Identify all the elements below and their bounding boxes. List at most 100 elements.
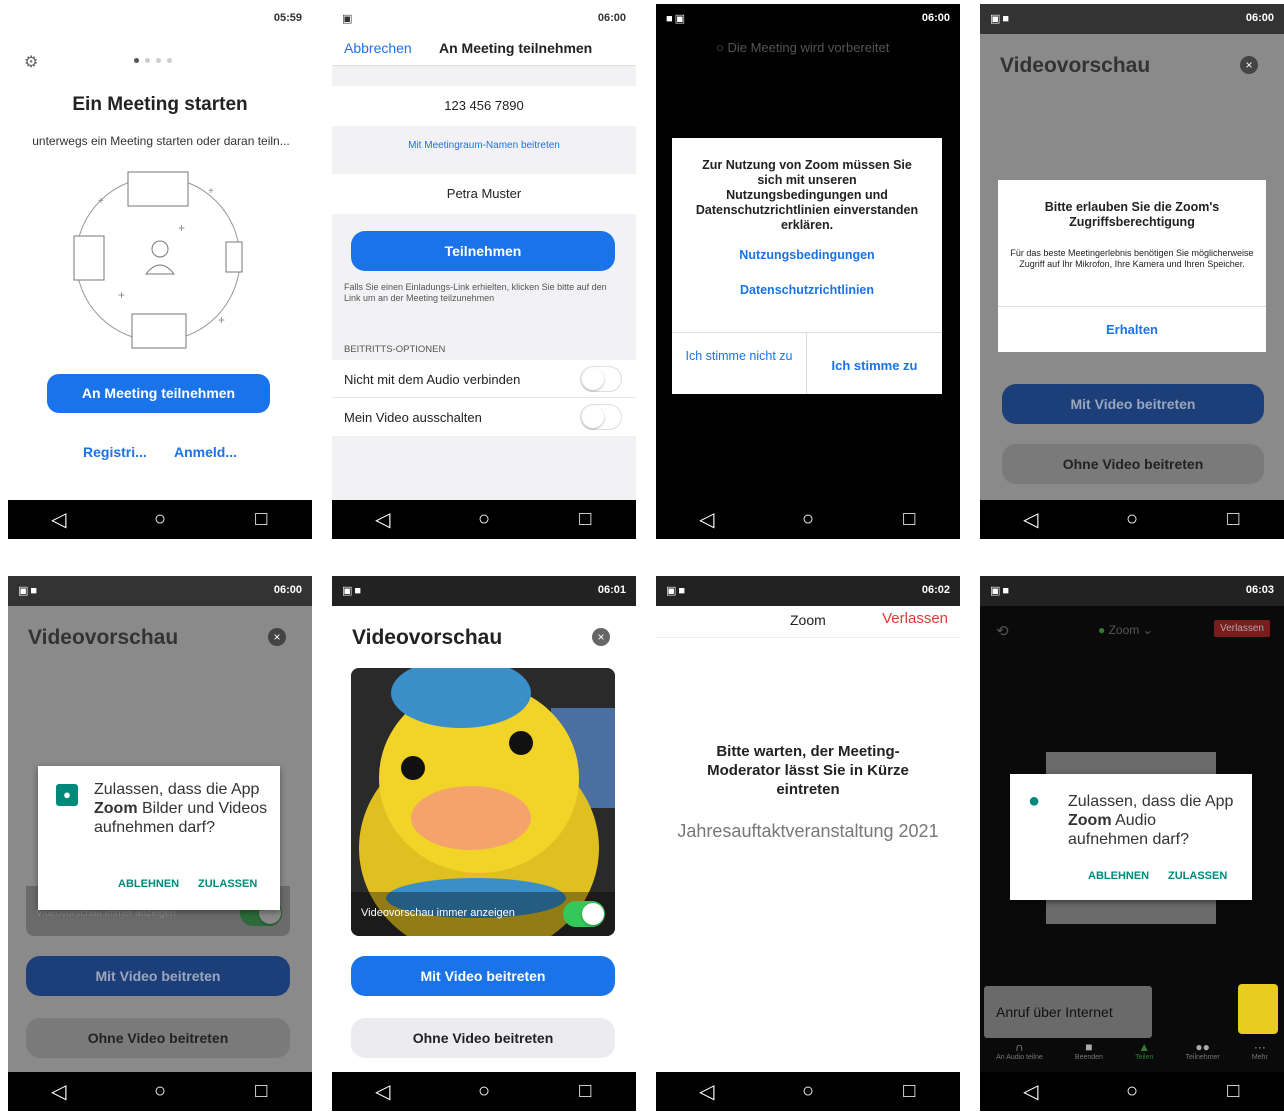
- status-time: 05:59: [273, 12, 302, 24]
- status-bar: ▣■ 06:00: [980, 4, 1284, 34]
- home-icon[interactable]: ○: [788, 1080, 828, 1103]
- toolbar-share[interactable]: ▲ Teilen: [1135, 1040, 1153, 1072]
- home-icon[interactable]: ○: [788, 508, 828, 531]
- recent-apps-icon[interactable]: □: [241, 1080, 281, 1103]
- permission-dialog: Bitte erlauben Sie die Zoom's Zugriffsbe…: [998, 180, 1266, 352]
- toolbar-more[interactable]: ··· Mehr: [1252, 1040, 1268, 1072]
- deny-button[interactable]: ABLEHNEN: [118, 878, 179, 890]
- status-time: 06:03: [1245, 584, 1274, 596]
- join-with-video-button[interactable]: Mit Video beitreten: [26, 956, 290, 996]
- option-row-video: Mein Video ausschalten: [332, 398, 636, 436]
- screen-permission-request: ▣■ 06:00 Videovorschau × Bitte erlauben …: [980, 4, 1284, 539]
- leave-button[interactable]: Verlassen: [1214, 620, 1270, 637]
- recent-apps-icon[interactable]: □: [889, 508, 929, 531]
- home-icon[interactable]: ○: [1112, 1080, 1152, 1103]
- decline-button[interactable]: Ich stimme nicht zu: [672, 348, 806, 364]
- toolbar-audio[interactable]: ∩ An Audio teilne: [996, 1040, 1043, 1072]
- meeting-name: Jahresauftaktveranstaltung 2021: [677, 821, 939, 841]
- leave-button[interactable]: Verlassen: [882, 610, 948, 627]
- back-icon[interactable]: ◁: [363, 1079, 403, 1104]
- home-icon[interactable]: ○: [464, 508, 504, 531]
- participants-icon: ●●: [1195, 1040, 1210, 1054]
- recent-apps-icon[interactable]: □: [889, 1080, 929, 1103]
- android-nav-bar: ◁ ○ □: [332, 1072, 636, 1111]
- recent-apps-icon[interactable]: □: [565, 1080, 605, 1103]
- page-title: An Meeting teilnehmen: [439, 40, 593, 56]
- page-title: Videovorschau: [352, 626, 503, 649]
- close-icon[interactable]: ×: [268, 628, 286, 646]
- join-with-video-button[interactable]: Mit Video beitreten: [351, 956, 615, 996]
- home-icon[interactable]: ○: [1112, 508, 1152, 531]
- android-permission-dialog: ● Zulassen, dass die App Zoom Bilder und…: [38, 766, 280, 910]
- meeting-title[interactable]: ● Zoom ⌄: [1098, 623, 1153, 637]
- video-notification-icon: ▣■: [990, 585, 1012, 597]
- toolbar-stop-video[interactable]: ■ Beenden: [1075, 1040, 1103, 1072]
- recent-apps-icon[interactable]: □: [1213, 1080, 1253, 1103]
- toolbar-participants[interactable]: ●● Teilnehmer: [1186, 1040, 1220, 1072]
- svg-text:+: +: [178, 221, 185, 235]
- page-title: Ein Meeting starten: [72, 94, 248, 115]
- svg-text:+: +: [98, 196, 104, 207]
- privacy-link[interactable]: Datenschutzrichtlinien: [672, 283, 942, 297]
- deny-button[interactable]: ABLEHNEN: [1088, 870, 1149, 882]
- audio-toggle[interactable]: [580, 366, 622, 392]
- android-permission-dialog: ● Zulassen, dass die App Zoom Audio aufn…: [1010, 774, 1252, 900]
- more-icon: ···: [1253, 1040, 1266, 1054]
- join-with-video-button[interactable]: Mit Video beitreten: [1002, 384, 1264, 424]
- back-icon[interactable]: ◁: [363, 507, 403, 532]
- svg-text:+: +: [218, 313, 225, 327]
- name-value: Petra Muster: [446, 186, 522, 201]
- back-icon[interactable]: ◁: [1011, 1079, 1051, 1104]
- terms-link[interactable]: Nutzungsbedingungen: [672, 248, 942, 262]
- recent-apps-icon[interactable]: □: [241, 508, 281, 531]
- join-button[interactable]: Teilnehmen: [351, 231, 615, 271]
- status-bar: ▣■ 06:03: [980, 576, 1284, 606]
- close-icon[interactable]: ×: [592, 628, 610, 646]
- register-link[interactable]: Registri...: [83, 444, 147, 460]
- join-without-video-button[interactable]: Ohne Video beitreten: [1002, 444, 1264, 484]
- recent-apps-icon[interactable]: □: [565, 508, 605, 531]
- tooltip: Anruf über Internet: [984, 986, 1152, 1038]
- switch-camera-icon[interactable]: ⟲: [996, 622, 1009, 640]
- allow-button[interactable]: ZULASSEN: [1168, 870, 1227, 882]
- room-name-link[interactable]: Mit Meetingraum-Namen beitreten: [332, 140, 636, 151]
- home-icon[interactable]: ○: [140, 1080, 180, 1103]
- recent-apps-icon[interactable]: □: [1213, 508, 1253, 531]
- join-without-video-button[interactable]: Ohne Video beitreten: [26, 1018, 290, 1058]
- preview-toggle[interactable]: [563, 901, 605, 927]
- back-icon[interactable]: ◁: [1011, 507, 1051, 532]
- screen-camera-permission: ▣■ 06:00 Videovorschau × Videovorschau i…: [8, 576, 312, 1111]
- option-audio-label: Nicht mit dem Audio verbinden: [344, 372, 521, 387]
- permission-app-name: Zoom: [94, 800, 138, 817]
- join-without-video-button[interactable]: Ohne Video beitreten: [351, 1018, 615, 1058]
- screen-start-meeting: 05:59 ⚙ Ein Meeting starten unterwegs ei…: [8, 4, 312, 539]
- app-title: Zoom: [790, 612, 826, 628]
- meeting-id-field[interactable]: 123 456 7890: [332, 86, 636, 126]
- allow-button[interactable]: ZULASSEN: [198, 878, 257, 890]
- android-nav-bar: ◁ ○ □: [8, 500, 312, 539]
- microphone-icon: ●: [1028, 790, 1041, 812]
- back-icon[interactable]: ◁: [39, 507, 79, 532]
- android-nav-bar: ◁ ○ □: [980, 500, 1284, 539]
- login-link[interactable]: Anmeld...: [174, 444, 237, 460]
- preparing-text: ○ Die Meeting wird vorbereitet: [716, 40, 889, 55]
- android-nav-bar: ◁ ○ □: [656, 1072, 960, 1111]
- svg-text:+: +: [118, 288, 125, 302]
- home-icon[interactable]: ○: [464, 1080, 504, 1103]
- home-icon[interactable]: ○: [140, 508, 180, 531]
- preparing-label: Die Meeting wird vorbereitet: [727, 40, 890, 55]
- join-meeting-button[interactable]: An Meeting teilnehmen: [47, 374, 270, 413]
- get-permission-button[interactable]: Erhalten: [998, 322, 1266, 337]
- accept-button[interactable]: Ich stimme zu: [807, 358, 942, 373]
- cancel-button[interactable]: Abbrechen: [344, 40, 412, 56]
- name-field[interactable]: Petra Muster: [332, 174, 636, 214]
- headphones-icon: ∩: [1015, 1040, 1024, 1054]
- back-icon[interactable]: ◁: [687, 507, 727, 532]
- self-view-thumbnail[interactable]: [1238, 984, 1278, 1034]
- camera-icon: ●: [56, 784, 78, 806]
- video-toggle[interactable]: [580, 404, 622, 430]
- back-icon[interactable]: ◁: [687, 1079, 727, 1104]
- close-icon[interactable]: ×: [1240, 56, 1258, 74]
- settings-gear-icon[interactable]: ⚙: [24, 52, 38, 72]
- back-icon[interactable]: ◁: [39, 1079, 79, 1104]
